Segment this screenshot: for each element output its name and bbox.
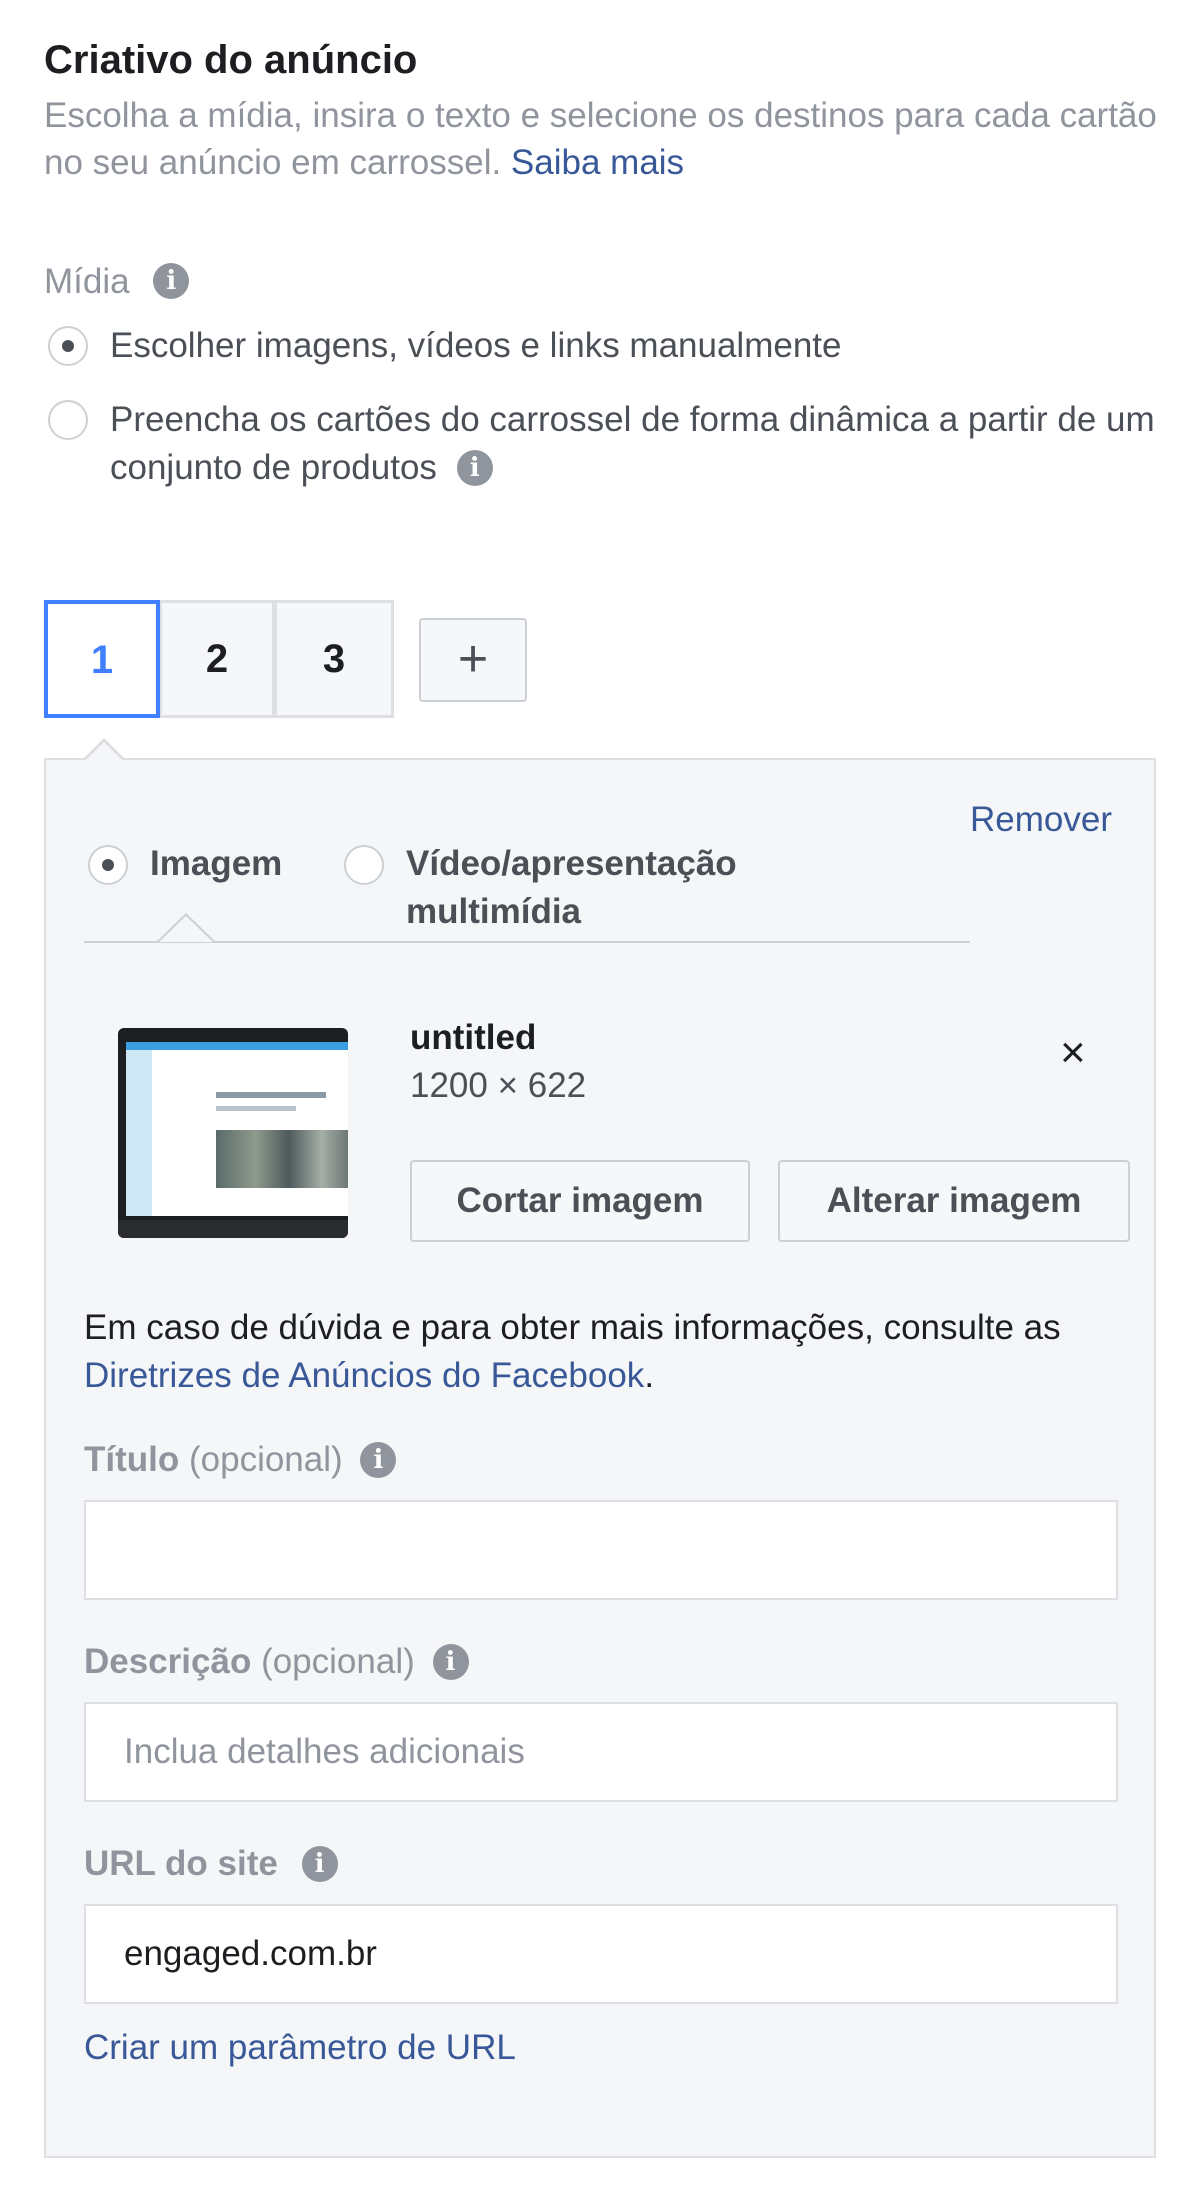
card-tab-2[interactable]: 2	[159, 600, 275, 718]
guidelines-text: Em caso de dúvida e para obter mais info…	[84, 1304, 1144, 1400]
media-option-manual-label[interactable]: Escolher imagens, vídeos e links manualm…	[110, 322, 1170, 370]
media-option-dynamic-label[interactable]: Preencha os cartões do carrossel de form…	[110, 396, 1180, 492]
info-icon[interactable]: i	[432, 1644, 469, 1680]
image-thumbnail	[118, 1028, 348, 1238]
info-icon[interactable]: i	[301, 1846, 338, 1882]
thumbnail-laptop-base	[118, 1220, 348, 1238]
crop-image-button[interactable]: Cortar imagem	[410, 1160, 750, 1242]
section-description: Escolha a mídia, insira o texto e seleci…	[44, 92, 1164, 186]
media-type-video-label[interactable]: Vídeo/apresentação multimídia	[406, 840, 806, 936]
media-option-manual-radio[interactable]	[48, 326, 88, 366]
thumbnail-photo	[216, 1130, 348, 1188]
media-type-image-label[interactable]: Imagem	[150, 840, 282, 888]
description-input[interactable]	[84, 1702, 1118, 1802]
thumbnail-subheading	[216, 1106, 296, 1111]
media-option-dynamic-radio[interactable]	[48, 400, 88, 440]
description-field-label: Descrição (opcional) i	[84, 1642, 469, 1682]
guidelines-prefix: Em caso de dúvida e para obter mais info…	[84, 1308, 1061, 1347]
website-url-input[interactable]	[84, 1904, 1118, 2004]
card-tab-3[interactable]: 3	[274, 600, 394, 718]
ad-guidelines-link[interactable]: Diretrizes de Anúncios do Facebook	[84, 1356, 644, 1395]
media-type-video-radio[interactable]	[344, 845, 384, 885]
create-url-parameter-link[interactable]: Criar um parâmetro de URL	[84, 2028, 516, 2068]
media-label-text: Mídia	[44, 262, 130, 301]
image-dimensions: 1200 × 622	[410, 1066, 587, 1105]
thumbnail-topbar	[126, 1042, 348, 1050]
info-icon[interactable]: i	[456, 450, 493, 486]
media-type-image-radio[interactable]	[88, 845, 128, 885]
media-label: Mídia i	[44, 262, 190, 302]
guidelines-suffix: .	[644, 1356, 655, 1395]
info-icon[interactable]: i	[360, 1442, 397, 1478]
thumbnail-screen	[126, 1042, 348, 1216]
remove-card-link[interactable]: Remover	[970, 800, 1112, 840]
learn-more-link[interactable]: Saiba mais	[511, 143, 684, 182]
media-type-pointer-fill	[159, 916, 213, 942]
description-label-text: Descrição	[84, 1642, 252, 1681]
url-field-label: URL do site i	[84, 1844, 338, 1884]
title-label-text: Título	[84, 1440, 180, 1479]
media-type-divider	[84, 941, 970, 943]
thumbnail-heading	[216, 1092, 326, 1098]
url-label-text: URL do site	[84, 1844, 278, 1883]
info-icon[interactable]: i	[153, 263, 190, 299]
thumbnail-sidebar	[126, 1050, 152, 1216]
card-tab-1[interactable]: 1	[44, 600, 160, 718]
close-icon[interactable]: ×	[1060, 1028, 1086, 1078]
change-image-button[interactable]: Alterar imagem	[778, 1160, 1130, 1242]
media-option-dynamic-text: Preencha os cartões do carrossel de form…	[110, 400, 1155, 487]
title-optional-text: (opcional)	[188, 1440, 343, 1479]
title-field-label: Título (opcional) i	[84, 1440, 397, 1480]
add-card-button[interactable]: +	[419, 618, 527, 702]
image-filename: untitled	[410, 1018, 537, 1057]
card-panel-pointer-fill	[85, 742, 123, 761]
title-input[interactable]	[84, 1500, 1118, 1600]
section-title: Criativo do anúncio	[44, 38, 418, 82]
description-optional-text: (opcional)	[261, 1642, 415, 1681]
